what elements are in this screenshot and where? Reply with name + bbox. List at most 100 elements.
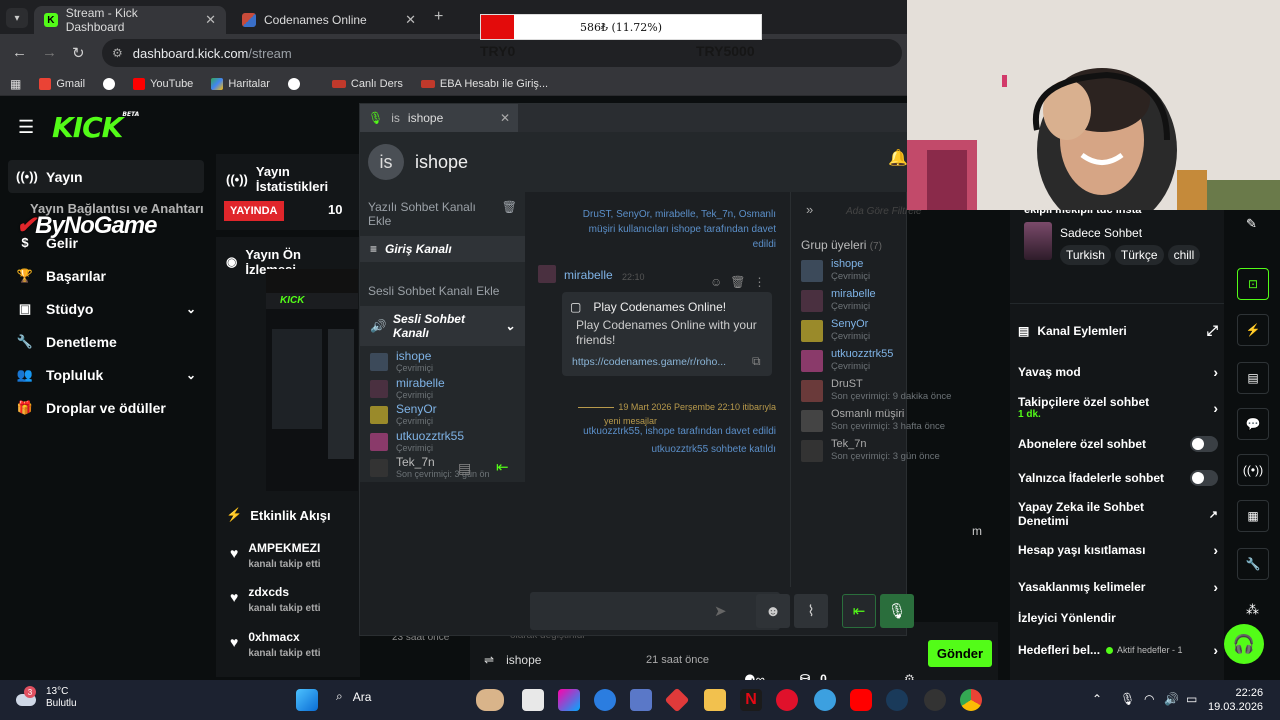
rail-button-camera[interactable]: ⊡ xyxy=(1237,268,1269,300)
tag[interactable]: chill xyxy=(1167,245,1201,265)
bell-icon[interactable]: 🔔 xyxy=(888,148,908,168)
youtube-icon[interactable] xyxy=(850,689,872,711)
tag[interactable]: Türkçe xyxy=(1114,245,1164,265)
menu-icon[interactable]: ☰ xyxy=(18,117,34,138)
edge-icon[interactable] xyxy=(594,689,616,711)
bookmark-youtube[interactable]: YouTube xyxy=(133,77,193,90)
action-slow-mode[interactable]: Yavaş mod › xyxy=(1018,364,1218,380)
action-account-age[interactable]: Hesap yaşı kısıtlaması › xyxy=(1018,542,1218,558)
close-tab-icon[interactable]: ✕ xyxy=(205,12,216,28)
trash-icon[interactable]: 🗑 xyxy=(730,275,745,289)
voice-member[interactable]: utkuozztrk55 Çevrimiçi xyxy=(360,429,525,457)
stream-preview-video[interactable]: KICK xyxy=(266,269,358,491)
link-preview-card[interactable]: ▢ Play Codenames Online! Play Codenames O… xyxy=(562,292,772,376)
action-followers-only[interactable]: Takipçilere özel sohbet 1 dk. › xyxy=(1018,395,1218,420)
reload-icon[interactable]: ↻ xyxy=(72,44,85,62)
sidebar-item-denetleme[interactable]: 🔧 Denetleme xyxy=(8,325,204,358)
rail-button-flash[interactable]: ⚡ xyxy=(1237,314,1269,346)
codenames-chat-tab[interactable]: 🎙 is ishope ✕ xyxy=(360,104,518,132)
channel-entry[interactable]: ≡ Giriş Kanalı xyxy=(360,236,525,262)
card-link[interactable]: https://codenames.game/r/roho... xyxy=(572,356,726,368)
new-tab-button[interactable]: + xyxy=(434,8,443,26)
voice-member[interactable]: mirabelle Çevrimiçi xyxy=(360,376,525,404)
group-member[interactable]: mirabelle Çevrimiçi xyxy=(801,288,876,312)
opera-icon[interactable] xyxy=(776,689,798,711)
action-raid[interactable]: İzleyici Yönlendir xyxy=(1018,611,1218,625)
bookmark-haritalar[interactable]: Haritalar xyxy=(211,77,270,90)
bookmark-gmail[interactable]: Gmail xyxy=(39,77,85,90)
file-explorer-icon[interactable] xyxy=(704,689,726,711)
voice-member[interactable]: SenyOr Çevrimiçi xyxy=(360,403,525,430)
voice-channel[interactable]: 🔊 Sesli Sohbet Kanalı ⌄ xyxy=(360,306,525,346)
more-icon[interactable]: ⋮ xyxy=(754,275,766,289)
back-icon[interactable]: ← xyxy=(12,44,27,61)
tag[interactable]: Turkish xyxy=(1060,245,1111,265)
rail-button-broadcast[interactable]: ((•)) xyxy=(1237,454,1269,486)
kick-logo[interactable]: KICKBETA xyxy=(52,111,139,144)
leave-voice-button[interactable]: ⇤ xyxy=(842,594,876,628)
group-member[interactable]: utkuozztrk55 Çevrimiçi xyxy=(801,348,893,372)
app-icon[interactable] xyxy=(664,687,690,713)
bookmark-canli-ders[interactable]: Canlı Ders xyxy=(331,78,403,90)
site-info-icon[interactable]: ⚙ xyxy=(112,46,123,60)
message-input[interactable] xyxy=(530,592,780,630)
nodes-icon[interactable]: ⁂ xyxy=(1246,602,1259,618)
mic-icon[interactable]: 🎙 xyxy=(1120,692,1135,706)
apps-grid-icon[interactable]: ▦ xyxy=(10,77,21,91)
action-ai-moderation[interactable]: Yapay Zeka ile Sohbet Denetimi ↗ xyxy=(1018,500,1218,528)
copilot-icon[interactable] xyxy=(558,689,580,711)
subscribers-only-toggle[interactable] xyxy=(1190,436,1218,452)
forward-icon[interactable]: → xyxy=(42,44,57,61)
rail-button-chat[interactable]: 💬 xyxy=(1237,408,1269,440)
sidebar-item-basarilar[interactable]: 🏆 Başarılar xyxy=(8,259,204,292)
rail-button-notes[interactable]: ▤ xyxy=(1237,362,1269,394)
send-icon[interactable]: ➤ xyxy=(714,602,727,620)
group-member[interactable]: ishope Çevrimiçi xyxy=(801,258,870,282)
action-goals[interactable]: Hedefleri bel... Aktif hedefler - 1 › xyxy=(1018,642,1218,658)
rail-button-layout[interactable]: ▦ xyxy=(1237,500,1269,532)
copy-icon[interactable]: ⧉ xyxy=(752,354,761,369)
emoji-icon[interactable]: ☺ xyxy=(710,275,722,289)
calendar-icon[interactable]: ▤ xyxy=(458,460,471,477)
group-member[interactable]: Osmanlı müşiri Son çevrimiçi: 3 hafta önc… xyxy=(801,408,945,432)
action-banned-words[interactable]: Yasaklanmış kelimeler › xyxy=(1018,579,1218,595)
chevron-up-icon[interactable]: ⌃ xyxy=(1092,692,1102,706)
collapse-icon[interactable]: » xyxy=(806,202,813,217)
microphone-button[interactable]: 🎙 xyxy=(880,594,914,628)
tab-codenames[interactable]: Codenames Online ✕ xyxy=(232,6,426,34)
app-icon[interactable] xyxy=(814,689,836,711)
bookmark-globe-2[interactable] xyxy=(287,77,300,90)
chrome-icon[interactable] xyxy=(960,689,982,711)
task-view-icon[interactable] xyxy=(522,689,544,711)
wifi-icon[interactable]: ◠ xyxy=(1144,692,1154,706)
add-text-channel[interactable]: Yazılı Sohbet Kanalı Ekle 🗑 xyxy=(360,192,525,236)
edit-icon[interactable]: ✎ xyxy=(1246,216,1257,232)
sidebar-item-studyo[interactable]: ▣ Stüdyo ⌄ xyxy=(8,292,204,325)
volume-icon[interactable]: 🔊 xyxy=(1164,692,1179,706)
taskbar-search[interactable]: ⌕ Ara xyxy=(336,689,371,704)
group-member[interactable]: DruST Son çevrimiçi: 9 dakika önce xyxy=(801,378,951,402)
group-member[interactable]: SenyOr Çevrimiçi xyxy=(801,318,870,342)
leave-channel-icon[interactable]: ⇤ xyxy=(496,458,509,476)
attach-button[interactable]: ⌇ xyxy=(794,594,828,628)
emotes-only-toggle[interactable] xyxy=(1190,470,1218,486)
tab-list-button[interactable]: ▾ xyxy=(6,8,28,28)
store-icon[interactable] xyxy=(630,689,652,711)
trash-icon[interactable]: 🗑 xyxy=(502,200,517,228)
netflix-icon[interactable]: N xyxy=(740,689,762,711)
close-icon[interactable]: ✕ xyxy=(500,111,510,125)
emoji-button[interactable]: ☻ xyxy=(756,594,790,628)
steam-icon[interactable] xyxy=(886,689,908,711)
rail-button-tools[interactable]: 🔧 xyxy=(1237,548,1269,580)
sidebar-item-droplar[interactable]: 🎁 Droplar ve ödüller xyxy=(8,391,204,424)
system-clock[interactable]: 22:26 19.03.2026 xyxy=(1208,686,1263,714)
bookmark-globe[interactable] xyxy=(103,77,116,90)
add-voice-channel[interactable]: Sesli Sohbet Kanalı Ekle xyxy=(360,276,525,306)
battery-icon[interactable]: ▭ xyxy=(1186,692,1197,706)
support-button[interactable]: 🎧 xyxy=(1224,624,1264,664)
expand-icon[interactable]: ⤢ xyxy=(1207,322,1218,339)
group-member[interactable]: Tek_7n Son çevrimiçi: 3 gün önce xyxy=(801,438,940,462)
sidebar-item-yayin[interactable]: ((•)) Yayın xyxy=(8,160,204,193)
weather-widget[interactable]: 3 13°C Bulutlu xyxy=(16,686,77,710)
app-icon[interactable] xyxy=(924,689,946,711)
